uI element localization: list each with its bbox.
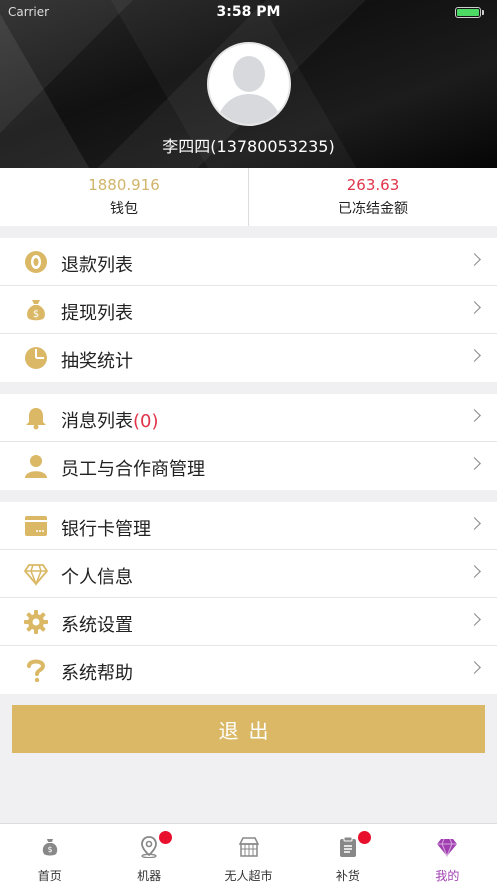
- location-icon: [141, 836, 158, 858]
- avatar[interactable]: [207, 42, 291, 126]
- tab-restock[interactable]: 补货: [298, 824, 397, 883]
- tab-bar: $ 首页 机器 无人超市 补货 我的: [0, 823, 497, 883]
- menu-item-system-help[interactable]: 系统帮助: [0, 646, 497, 694]
- chevron-right-icon: [468, 661, 481, 674]
- chevron-right-icon: [468, 457, 481, 470]
- menu-item-refund-list[interactable]: 退款列表: [0, 238, 497, 286]
- menu-item-staff-partner[interactable]: 员工与合作商管理: [0, 442, 497, 490]
- card-icon: [25, 516, 47, 536]
- menu-item-label: 系统设置: [61, 615, 133, 636]
- menu-item-lottery-stats[interactable]: 抽奖统计: [0, 334, 497, 382]
- menu-group-1: 退款列表 $ 提现列表 抽奖统计: [0, 238, 497, 382]
- chevron-right-icon: [468, 565, 481, 578]
- user-name: 李四四(13780053235): [162, 137, 335, 156]
- machine-badge: [159, 831, 173, 844]
- refund-icon: [25, 251, 47, 273]
- restock-badge: [357, 831, 371, 844]
- message-count: (0): [133, 411, 159, 432]
- tab-label: 机器: [137, 869, 162, 883]
- person-icon: [25, 455, 47, 478]
- menu-item-label: 退款列表: [61, 255, 133, 276]
- chevron-right-icon: [468, 253, 481, 266]
- menu-item-label: 系统帮助: [61, 663, 133, 684]
- balance-stats: 1880.916 钱包 263.63 已冻结金额: [0, 168, 497, 226]
- tab-mine[interactable]: 我的: [398, 824, 497, 883]
- menu-item-personal-info[interactable]: 个人信息: [0, 550, 497, 598]
- chevron-right-icon: [468, 613, 481, 626]
- menu-item-label: 银行卡管理: [61, 519, 151, 540]
- menu-item-message-list[interactable]: 消息列表(0): [0, 394, 497, 442]
- menu-item-label: 员工与合作商管理: [61, 459, 205, 480]
- menu-item-label: 提现列表: [61, 303, 133, 324]
- tab-label: 无人超市: [224, 869, 273, 883]
- diamond-icon: [24, 564, 48, 586]
- battery-icon: [455, 7, 481, 18]
- frozen-value: 263.63: [346, 176, 400, 194]
- menu-group-2: 消息列表(0) 员工与合作商管理: [0, 394, 497, 490]
- logout-button[interactable]: 退出: [12, 705, 485, 753]
- home-icon: $: [42, 839, 57, 856]
- status-time: 3:58 PM: [216, 4, 281, 20]
- menu-item-system-settings[interactable]: 系统设置: [0, 598, 497, 646]
- gear-icon: [24, 610, 48, 634]
- tab-label: 我的: [435, 869, 460, 883]
- frozen-label: 已冻结金额: [338, 201, 408, 217]
- menu-item-label: 个人信息: [61, 567, 133, 588]
- tab-label: 补货: [335, 869, 360, 883]
- chevron-right-icon: [468, 409, 481, 422]
- menu-item-bank-card[interactable]: 银行卡管理: [0, 502, 497, 550]
- menu-item-withdraw-list[interactable]: $ 提现列表: [0, 286, 497, 334]
- pie-chart-icon: [25, 347, 47, 369]
- wallet-label: 钱包: [110, 201, 138, 217]
- chevron-right-icon: [468, 349, 481, 362]
- message-list-text: 消息列表: [61, 411, 133, 432]
- money-bag-icon: $: [27, 300, 45, 321]
- menu-item-label: 消息列表(0): [61, 407, 159, 433]
- wallet-value: 1880.916: [88, 176, 160, 194]
- chevron-right-icon: [468, 517, 481, 530]
- profile-header: Carrier 3:58 PM 李四四(13780053235): [0, 0, 497, 168]
- menu-item-label: 抽奖统计: [61, 351, 133, 372]
- frozen-stat[interactable]: 263.63 已冻结金额: [248, 168, 497, 226]
- svg-text:$: $: [33, 309, 39, 320]
- menu-group-3: 银行卡管理 个人信息 系统设置 系统帮助: [0, 502, 497, 694]
- svg-text:$: $: [47, 845, 52, 854]
- clipboard-icon: [339, 836, 356, 857]
- wallet-stat[interactable]: 1880.916 钱包: [0, 168, 248, 226]
- tab-home[interactable]: $ 首页: [0, 824, 99, 883]
- chevron-right-icon: [468, 301, 481, 314]
- diamond-icon: [437, 838, 458, 858]
- bell-icon: [26, 408, 46, 430]
- tab-unmanned-store[interactable]: 无人超市: [199, 824, 298, 883]
- tab-machine[interactable]: 机器: [99, 824, 198, 883]
- status-bar: Carrier 3:58 PM: [0, 0, 497, 24]
- tab-label: 首页: [37, 869, 62, 883]
- store-icon: [238, 837, 259, 857]
- question-icon: [27, 659, 46, 682]
